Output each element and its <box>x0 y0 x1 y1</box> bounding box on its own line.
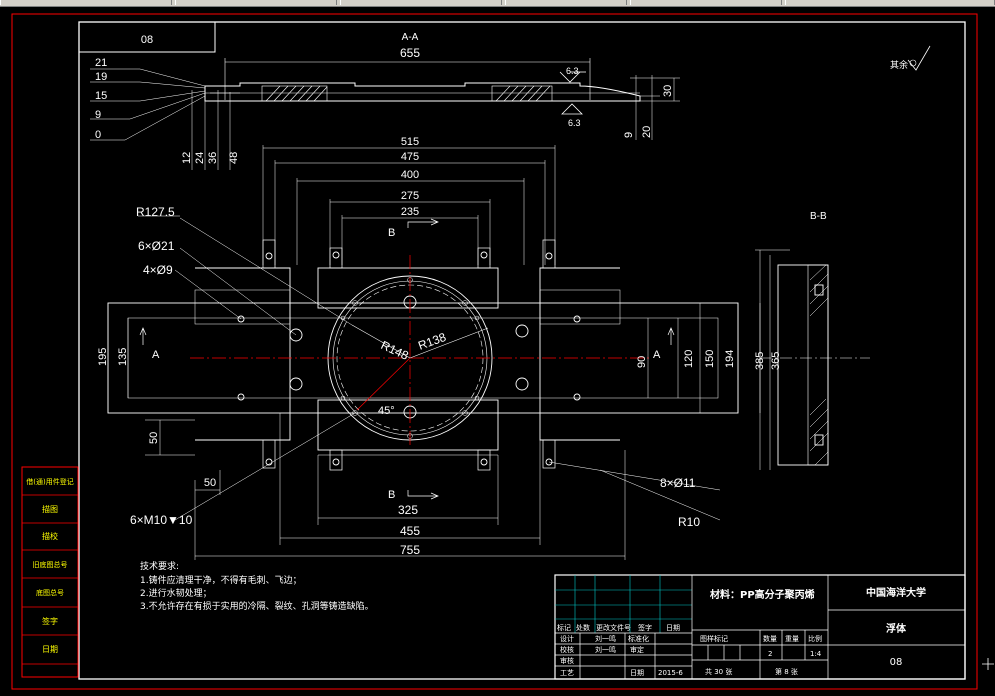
dim-r148: R148 <box>379 338 411 363</box>
dim-400: 400 <box>401 169 419 181</box>
dim-150: 150 <box>704 350 716 368</box>
row-design-extra: 标准化 <box>628 634 649 643</box>
dim-655: 655 <box>400 46 420 60</box>
dim-515: 515 <box>401 136 419 148</box>
dim-48: 48 <box>228 152 240 164</box>
total-sheets: 共 30 张 <box>705 667 732 676</box>
row-process-label: 工艺 <box>560 669 574 677</box>
stamp-label-7: 日期 <box>42 645 58 654</box>
stamp-label-2: 描图 <box>42 504 58 514</box>
rev-header-file: 更改文件号 <box>596 623 631 632</box>
tech-item-3: 3.不允许存在有损于实用的冷隔、裂纹、孔洞等铸造缺陷。 <box>140 600 374 612</box>
section-bb-view: B-B 385 365 <box>754 211 870 470</box>
scale-value: 1:4 <box>810 650 822 658</box>
svg-text:其余: 其余 <box>890 59 908 70</box>
stamp-label-1: 借(通)用件登记 <box>26 477 73 486</box>
rev-header-mark: 标记 <box>557 623 571 632</box>
dim-holes-11: 8×Ø11 <box>660 476 696 490</box>
dim-235: 235 <box>401 206 419 218</box>
dim-275: 275 <box>401 190 419 202</box>
section-aa-view: A-A 655 6.3 6.3 21 19 15 9 0 12 24 36 48… <box>90 32 680 170</box>
dim-755: 755 <box>400 543 420 557</box>
cad-canvas[interactable]: 08 A-A 655 6.3 6.3 21 19 15 9 0 12 24 36… <box>0 0 995 696</box>
dim-50-horizontal: 50 <box>204 477 216 489</box>
dim-90: 90 <box>636 356 648 368</box>
dim-thread-m10: 6×M10▼10 <box>130 513 193 527</box>
row-check-name: 刘一鸣 <box>595 645 616 654</box>
dim-385: 385 <box>754 352 766 370</box>
stamp-label-5: 底图总号 <box>36 588 64 597</box>
rev-header-count: 处数 <box>576 623 590 632</box>
dim-stack-21: 21 <box>95 57 107 69</box>
tech-item-2: 2.进行水韧处理； <box>140 587 212 599</box>
qty-header: 数量 <box>763 634 777 643</box>
title-date: 2015-6 <box>658 669 683 677</box>
dim-angle-45: 45° <box>378 405 395 417</box>
roughness-upper: 6.3 <box>566 66 579 76</box>
cut-a-right: A <box>653 349 661 361</box>
plan-view: 515 475 400 275 235 195 135 50 50 325 45… <box>97 136 761 560</box>
section-bb-label: B-B <box>810 211 827 222</box>
stamp-label-6: 签字 <box>42 616 58 626</box>
tech-title: 技术要求: <box>140 560 179 572</box>
dim-holes-21: 6×Ø21 <box>138 239 175 253</box>
dim-36: 36 <box>207 152 219 164</box>
part-name: 浮体 <box>886 622 907 635</box>
scale-header: 比例 <box>808 634 822 643</box>
dim-stack-0: 0 <box>95 129 101 141</box>
dim-135: 135 <box>117 348 129 366</box>
row-check-label: 校核 <box>560 645 574 654</box>
roughness-rest: 其余 <box>890 45 931 71</box>
dim-stack-15: 15 <box>95 90 107 102</box>
dim-455: 455 <box>400 524 420 538</box>
roughness-lower: 6.3 <box>568 118 581 128</box>
dim-r10: R10 <box>678 515 700 529</box>
mark-header: 图样标记 <box>700 634 728 643</box>
drawing-number: 08 <box>141 34 153 46</box>
section-aa-label: A-A <box>402 32 419 43</box>
rev-header-sign: 签字 <box>638 623 652 632</box>
cut-a-left: A <box>152 349 160 361</box>
dim-r127-5: R127.5 <box>136 205 175 219</box>
row-review-label: 审核 <box>560 656 574 665</box>
stamp-label-4: 旧底图总号 <box>33 560 68 569</box>
row-design-name: 刘一鸣 <box>595 634 616 643</box>
weight-header: 重量 <box>785 635 799 643</box>
sheet-number: 第 8 张 <box>775 667 798 676</box>
university-name: 中国海洋大学 <box>866 586 926 599</box>
dim-475: 475 <box>401 151 419 163</box>
row-design-label: 设计 <box>560 634 574 643</box>
dim-325: 325 <box>398 503 418 517</box>
rev-header-date: 日期 <box>666 624 680 632</box>
title-block: 材料：PP高分子聚丙烯 中国海洋大学 浮体 08 标记 处数 更改文件号 签字 … <box>554 574 966 680</box>
crosshair-cursor-icon <box>982 658 994 670</box>
cut-b-top: B <box>388 227 395 239</box>
material-label: 材料：PP高分子聚丙烯 <box>710 588 815 601</box>
qty-value: 2 <box>768 650 772 658</box>
dim-12: 12 <box>181 152 193 164</box>
dim-9: 9 <box>623 132 635 138</box>
row-process-extra: 日期 <box>630 669 644 677</box>
cut-b-bottom: B <box>388 489 395 501</box>
tech-item-1: 1.铸件应清理干净，不得有毛刺、飞边； <box>140 574 302 586</box>
dim-24: 24 <box>194 152 206 164</box>
dim-50-vertical: 50 <box>148 432 160 444</box>
row-check-extra: 审定 <box>630 645 644 654</box>
dim-120: 120 <box>683 350 695 368</box>
dim-195: 195 <box>97 348 109 366</box>
dim-30: 30 <box>662 85 674 97</box>
title-drawing-no: 08 <box>890 657 903 668</box>
dim-stack-9: 9 <box>95 109 101 121</box>
left-stamp-column: 借(通)用件登记 描图 描校 旧底图总号 底图总号 签字 日期 <box>21 466 79 678</box>
dim-365: 365 <box>770 352 782 370</box>
dim-20: 20 <box>641 126 653 138</box>
dim-stack-19: 19 <box>95 71 107 83</box>
tech-requirements: 技术要求: 1.铸件应清理干净，不得有毛刺、飞边； 2.进行水韧处理； 3.不允… <box>140 560 374 612</box>
stamp-label-3: 描校 <box>42 531 58 541</box>
dim-194: 194 <box>724 350 736 368</box>
dim-holes-9: 4×Ø9 <box>143 263 173 277</box>
